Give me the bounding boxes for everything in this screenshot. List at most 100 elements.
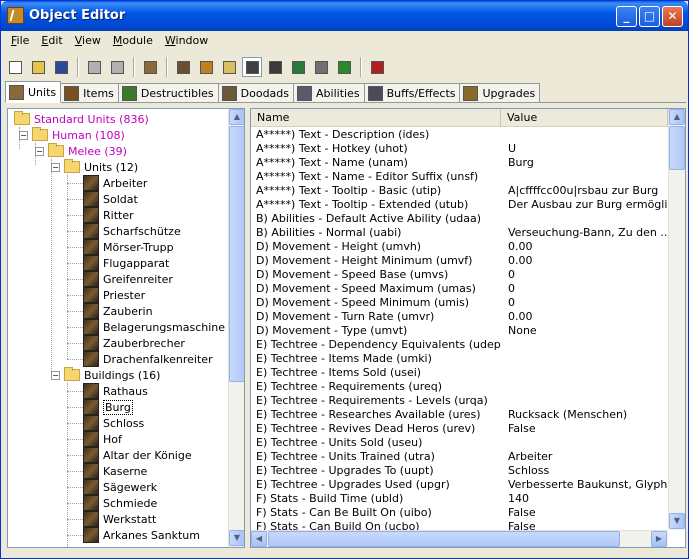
field-row[interactable]: A*****) Text - Tooltip - Extended (utub)… (251, 198, 668, 212)
tab-abilities[interactable]: Abilities (293, 83, 365, 103)
tree-item[interactable]: Scharfschütze (83, 223, 181, 239)
menu-item-window[interactable]: Window (159, 32, 214, 49)
field-row[interactable]: E) Techtree - Units Sold (useu) (251, 436, 668, 450)
tab-upgrades[interactable]: Upgrades (459, 83, 541, 103)
field-list[interactable]: A*****) Text - Description (ides) A*****)… (251, 128, 668, 530)
tree-item[interactable]: Werkstatt (83, 511, 156, 527)
ai-editor-button[interactable] (288, 57, 308, 77)
field-row[interactable]: A*****) Text - Description (ides) (251, 128, 668, 142)
close-button[interactable]: ✕ (662, 6, 683, 27)
field-row[interactable]: D) Movement - Speed Minimum (umis) 0 (251, 296, 668, 310)
field-row[interactable]: D) Movement - Height Minimum (umvf) 0.00 (251, 254, 668, 268)
collapse-toggle-icon[interactable]: − (51, 370, 60, 380)
tree-item[interactable]: Priester (83, 287, 145, 303)
scroll-thumb[interactable] (229, 126, 244, 382)
field-row[interactable]: D) Movement - Speed Maximum (umas) 0 (251, 282, 668, 296)
scroll-right-arrow[interactable]: ▶ (651, 531, 667, 547)
tab-buffs-effects[interactable]: Buffs/Effects (363, 83, 461, 103)
tree-item[interactable]: Burg (83, 399, 133, 415)
tree-vertical-scrollbar[interactable]: ▲ ▼ (228, 109, 244, 547)
terrain-editor-button[interactable] (173, 57, 193, 77)
unit-tree[interactable]: Standard Units (836) − Human (108) − Melee (… (8, 109, 228, 547)
tree-folder[interactable]: − Units (12) (51, 159, 138, 175)
test-map-button[interactable] (367, 57, 387, 77)
tree-item[interactable]: Arbeiter (83, 175, 147, 191)
tree-item[interactable]: Schloss (83, 415, 144, 431)
sound-editor-button[interactable] (219, 57, 239, 77)
paste-button[interactable] (107, 57, 127, 77)
menu-item-file[interactable]: File (5, 32, 35, 49)
trigger-editor-button[interactable] (196, 57, 216, 77)
tab-units[interactable]: Units (5, 81, 62, 103)
field-row[interactable]: D) Movement - Turn Rate (umvr) 0.00 (251, 310, 668, 324)
export-button[interactable] (334, 57, 354, 77)
collapse-toggle-icon[interactable]: − (51, 162, 60, 172)
scroll-thumb[interactable] (268, 531, 620, 547)
open-folder-button[interactable] (28, 57, 48, 77)
field-row[interactable]: E) Techtree - Items Sold (usei) (251, 366, 668, 380)
field-row[interactable]: E) Techtree - Items Made (umki) (251, 352, 668, 366)
field-row[interactable]: D) Movement - Type (umvt) None (251, 324, 668, 338)
import-manager-button[interactable] (311, 57, 331, 77)
object-editor-button[interactable] (140, 57, 160, 77)
tree-folder[interactable]: − Buildings (16) (51, 367, 160, 383)
menu-item-edit[interactable]: Edit (35, 32, 68, 49)
tree-item[interactable]: Schmiede (83, 495, 157, 511)
tree-folder[interactable]: − Human (108) (19, 127, 125, 143)
field-row[interactable]: E) Techtree - Requirements - Levels (urq… (251, 394, 668, 408)
tree-item[interactable]: Rathaus (83, 383, 148, 399)
campaign-editor-button[interactable] (265, 57, 285, 77)
tab-doodads[interactable]: Doodads (217, 83, 295, 103)
scroll-up-arrow[interactable]: ▲ (669, 109, 685, 125)
field-row[interactable]: E) Techtree - Requirements (ureq) (251, 380, 668, 394)
tree-item[interactable]: Kaserne (83, 463, 147, 479)
field-row[interactable]: E) Techtree - Dependency Equivalents (ud… (251, 338, 668, 352)
field-row[interactable]: E) Techtree - Upgrades Used (upgr) Verbes… (251, 478, 668, 492)
save-button[interactable] (51, 57, 71, 77)
list-vertical-scrollbar[interactable]: ▲ ▼ (668, 109, 685, 530)
tree-item[interactable]: Zauberin (83, 303, 153, 319)
tree-folder[interactable]: − Melee (39) (35, 143, 127, 159)
tree-item[interactable]: Arkanes Sanktum (83, 527, 200, 543)
field-row[interactable]: B) Abilities - Normal (uabi) Verseuchung-… (251, 226, 668, 240)
tree-item[interactable]: Flugapparat (83, 255, 169, 271)
tree-item[interactable]: Drachenfalkenreiter (83, 351, 213, 367)
column-header-name[interactable]: Name (251, 109, 501, 127)
scroll-down-arrow[interactable]: ▼ (229, 530, 244, 546)
field-row[interactable]: D) Movement - Height (umvh) 0.00 (251, 240, 668, 254)
tree-item[interactable]: Ritter (83, 207, 134, 223)
field-row[interactable]: E) Techtree - Revives Dead Heros (urev) F… (251, 422, 668, 436)
tab-items[interactable]: Items (60, 83, 119, 103)
tree-item[interactable]: Hof (83, 431, 122, 447)
tree-item[interactable]: Altar der Könige (83, 447, 192, 463)
scroll-up-arrow[interactable]: ▲ (229, 109, 244, 125)
field-row[interactable]: F) Stats - Can Be Built On (uibo) False (251, 506, 668, 520)
scroll-down-arrow[interactable]: ▼ (669, 513, 685, 529)
field-row[interactable]: A*****) Text - Name - Editor Suffix (uns… (251, 170, 668, 184)
tab-destructibles[interactable]: Destructibles (117, 83, 219, 103)
field-row[interactable]: F) Stats - Build Time (ubld) 140 (251, 492, 668, 506)
tree-folder[interactable]: Standard Units (836) (14, 111, 149, 127)
tree-item[interactable]: Zauberbrecher (83, 335, 185, 351)
scroll-left-arrow[interactable]: ◀ (251, 531, 267, 547)
scroll-thumb[interactable] (669, 126, 685, 170)
tree-item[interactable]: Belagerungsmaschine (83, 319, 225, 335)
title-bar[interactable]: Object Editor _ □ ✕ (1, 1, 688, 31)
field-row[interactable]: B) Abilities - Default Active Ability (u… (251, 212, 668, 226)
field-row[interactable]: A*****) Text - Name (unam) Burg (251, 156, 668, 170)
field-row[interactable]: A*****) Text - Hotkey (uhot) U (251, 142, 668, 156)
field-row[interactable]: E) Techtree - Units Trained (utra) Arbeit… (251, 450, 668, 464)
minimize-button[interactable]: _ (616, 6, 637, 27)
copy-button[interactable] (84, 57, 104, 77)
list-horizontal-scrollbar[interactable]: ◀ ▶ (251, 530, 668, 547)
field-row[interactable]: A*****) Text - Tooltip - Basic (utip) A|c… (251, 184, 668, 198)
collapse-toggle-icon[interactable]: − (35, 146, 44, 156)
menu-item-view[interactable]: View (69, 32, 107, 49)
tree-item[interactable]: Sägewerk (83, 479, 157, 495)
collapse-toggle-icon[interactable]: − (19, 130, 28, 140)
tree-item[interactable]: Greifenreiter (83, 271, 173, 287)
field-row[interactable]: F) Stats - Can Build On (ucbo) False (251, 520, 668, 530)
menu-item-module[interactable]: Module (107, 32, 159, 49)
maximize-button[interactable]: □ (639, 6, 660, 27)
column-header-value[interactable]: Value (501, 109, 668, 127)
